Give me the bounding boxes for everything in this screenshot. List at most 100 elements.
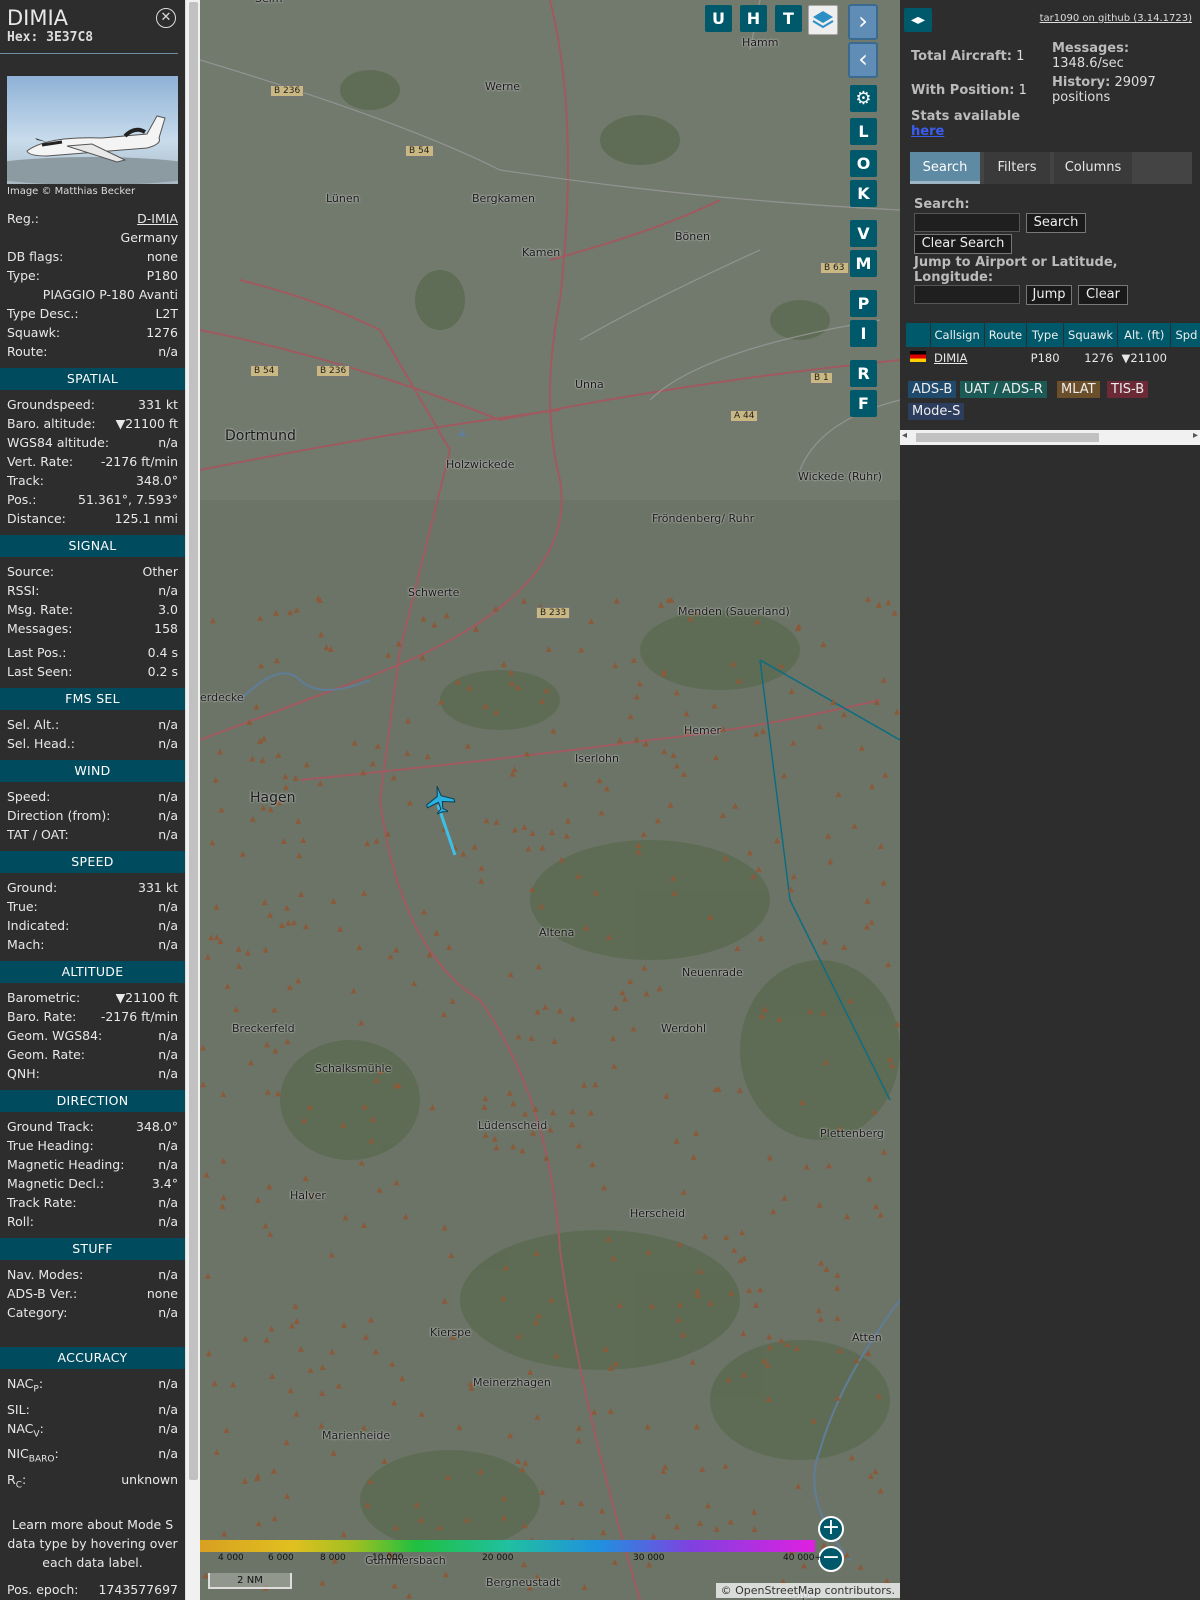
data-row: Geom. Rate: n/a: [0, 1045, 185, 1064]
place-label: Fröndenberg/ Ruhr: [652, 512, 755, 525]
layers-icon[interactable]: [808, 5, 838, 35]
data-row: Direction (from): n/a: [0, 806, 185, 825]
data-value: n/a: [158, 583, 178, 598]
collapse-left-button[interactable]: ‹: [848, 42, 878, 78]
map-button-v[interactable]: V: [850, 220, 877, 247]
data-label: NACP:: [7, 1376, 44, 1395]
stats-here-link[interactable]: here: [911, 124, 944, 139]
data-label: Ground:: [7, 880, 58, 895]
data-label-main: NIC: [7, 1446, 29, 1461]
data-row: Ground: 331 kt: [0, 878, 185, 897]
github-link[interactable]: tar1090 on github (3.14.1723): [1040, 13, 1192, 24]
table-horizontal-scrollbar[interactable]: ◂ ▸: [900, 430, 1200, 445]
table-header-spd[interactable]: Spd: [1170, 323, 1200, 347]
data-label: Magnetic Decl.:: [7, 1176, 105, 1191]
data-label: Baro. Rate:: [7, 1009, 77, 1024]
stats-label: Stats available: [911, 109, 1021, 124]
road-shield: A 44: [730, 410, 759, 422]
data-label: Nav. Modes:: [7, 1267, 84, 1282]
altitude-scale-label: 6 000: [268, 1553, 294, 1563]
aircraft-photo[interactable]: [7, 76, 178, 184]
info-row: PIAGGIO P-180 Avanti: [0, 285, 185, 304]
data-label: Msg. Rate:: [7, 602, 74, 617]
search-button[interactable]: Search: [1026, 213, 1086, 233]
toggle-sidebar-icon[interactable]: ◂▸: [904, 8, 932, 32]
place-label: Iserlohn: [575, 752, 619, 765]
scroll-left-icon[interactable]: ◂: [902, 430, 907, 441]
flag-icon: [906, 347, 930, 369]
data-value: n/a: [158, 736, 178, 751]
info-label: Type Desc.:: [7, 306, 79, 321]
data-row: NICBARO: n/a: [0, 1444, 185, 1470]
legend-modes[interactable]: Mode-S: [908, 403, 965, 420]
altitude-color-scale: [200, 1540, 815, 1552]
data-label: Baro. altitude:: [7, 416, 96, 431]
scrollbar-thumb[interactable]: [189, 2, 198, 1480]
data-label: True Heading:: [7, 1138, 94, 1153]
legend-adsb[interactable]: ADS-B: [908, 381, 957, 398]
with-position-stat: With Position: 1: [911, 83, 1027, 98]
jump-button[interactable]: Jump: [1026, 285, 1072, 305]
map-view[interactable]: Selm Hamm Werne Lünen Bergkamen Kamen Bönen Unn…: [200, 0, 900, 1600]
map-button-f[interactable]: F: [850, 390, 877, 417]
data-value: -2176 ft/min: [100, 454, 178, 469]
data-label: Track:: [7, 473, 44, 488]
legend-uatadsr[interactable]: UAT / ADS-R: [960, 381, 1047, 398]
data-label: Sel. Alt.:: [7, 717, 60, 732]
map-button-h[interactable]: H: [740, 5, 767, 32]
hscroll-thumb[interactable]: [916, 433, 1099, 442]
table-header-altft[interactable]: Alt. (ft): [1117, 323, 1172, 347]
map-button-i[interactable]: I: [850, 320, 877, 347]
map-button-p[interactable]: P: [850, 290, 877, 317]
expand-right-button[interactable]: ›: [848, 4, 878, 40]
clear-search-button[interactable]: Clear Search: [914, 234, 1012, 254]
section-accuracy-header: ACCURACY: [0, 1347, 185, 1369]
map-button-k[interactable]: K: [850, 180, 877, 207]
altitude-scale-label: 8 000: [320, 1553, 346, 1563]
data-row: Barometric: ▼21100 ft: [0, 988, 185, 1007]
callsign-link[interactable]: DIMIA: [934, 351, 967, 365]
table-header-type[interactable]: Type: [1026, 323, 1065, 347]
table-header-route[interactable]: Route: [984, 323, 1028, 347]
section-spatial-header: SPATIAL: [0, 368, 185, 390]
data-value: n/a: [158, 1066, 178, 1081]
tab-search[interactable]: Search: [910, 152, 980, 184]
map-button-r[interactable]: R: [850, 360, 877, 387]
table-header-flag[interactable]: [906, 323, 931, 347]
pos-epoch-label: Pos. epoch:: [7, 1582, 79, 1597]
close-icon[interactable]: ✕: [156, 8, 176, 28]
table-header-squawk[interactable]: Squawk: [1063, 323, 1119, 347]
jump-input[interactable]: [914, 285, 1020, 304]
legend-tisb[interactable]: TIS-B: [1107, 381, 1149, 398]
clear-button[interactable]: Clear: [1078, 285, 1128, 305]
scroll-right-icon[interactable]: ▸: [1193, 430, 1198, 441]
info-row: Squawk: 1276: [0, 323, 185, 342]
info-panel-scrollbar[interactable]: [185, 0, 200, 1600]
map-button-u[interactable]: U: [705, 5, 732, 32]
search-input[interactable]: [914, 213, 1020, 232]
settings-gear-icon[interactable]: ⚙: [850, 85, 877, 112]
map-button-m[interactable]: M: [850, 250, 877, 277]
hex-label: Hex:: [7, 30, 39, 45]
legend-mlat[interactable]: MLAT: [1057, 381, 1100, 398]
data-label-main: R: [7, 1471, 16, 1487]
data-row: Speed: n/a: [0, 787, 185, 806]
tab-columns[interactable]: Columns: [1054, 152, 1132, 184]
data-value: n/a: [158, 717, 178, 732]
table-header-callsign[interactable]: Callsign: [930, 323, 985, 347]
road-shield: B 236: [316, 365, 351, 377]
map-button-t[interactable]: T: [775, 5, 802, 32]
place-label: Hamm: [742, 36, 779, 49]
map-button-l[interactable]: L: [850, 118, 877, 145]
tab-filters[interactable]: Filters: [984, 152, 1050, 184]
data-value: ▼21100 ft: [115, 416, 178, 431]
map-button-o[interactable]: O: [850, 150, 877, 177]
data-value: n/a: [158, 1214, 178, 1229]
cell-callsign[interactable]: DIMIA: [930, 347, 984, 369]
place-label: erdecke: [200, 691, 244, 704]
table-row[interactable]: DIMIA P180 1276 ▼21100: [906, 347, 1200, 369]
registration-link[interactable]: D-IMIA: [137, 209, 178, 228]
zoom-in-button[interactable]: +: [818, 1516, 844, 1542]
data-row: True: n/a: [0, 897, 185, 916]
place-label: Werdohl: [661, 1022, 707, 1035]
